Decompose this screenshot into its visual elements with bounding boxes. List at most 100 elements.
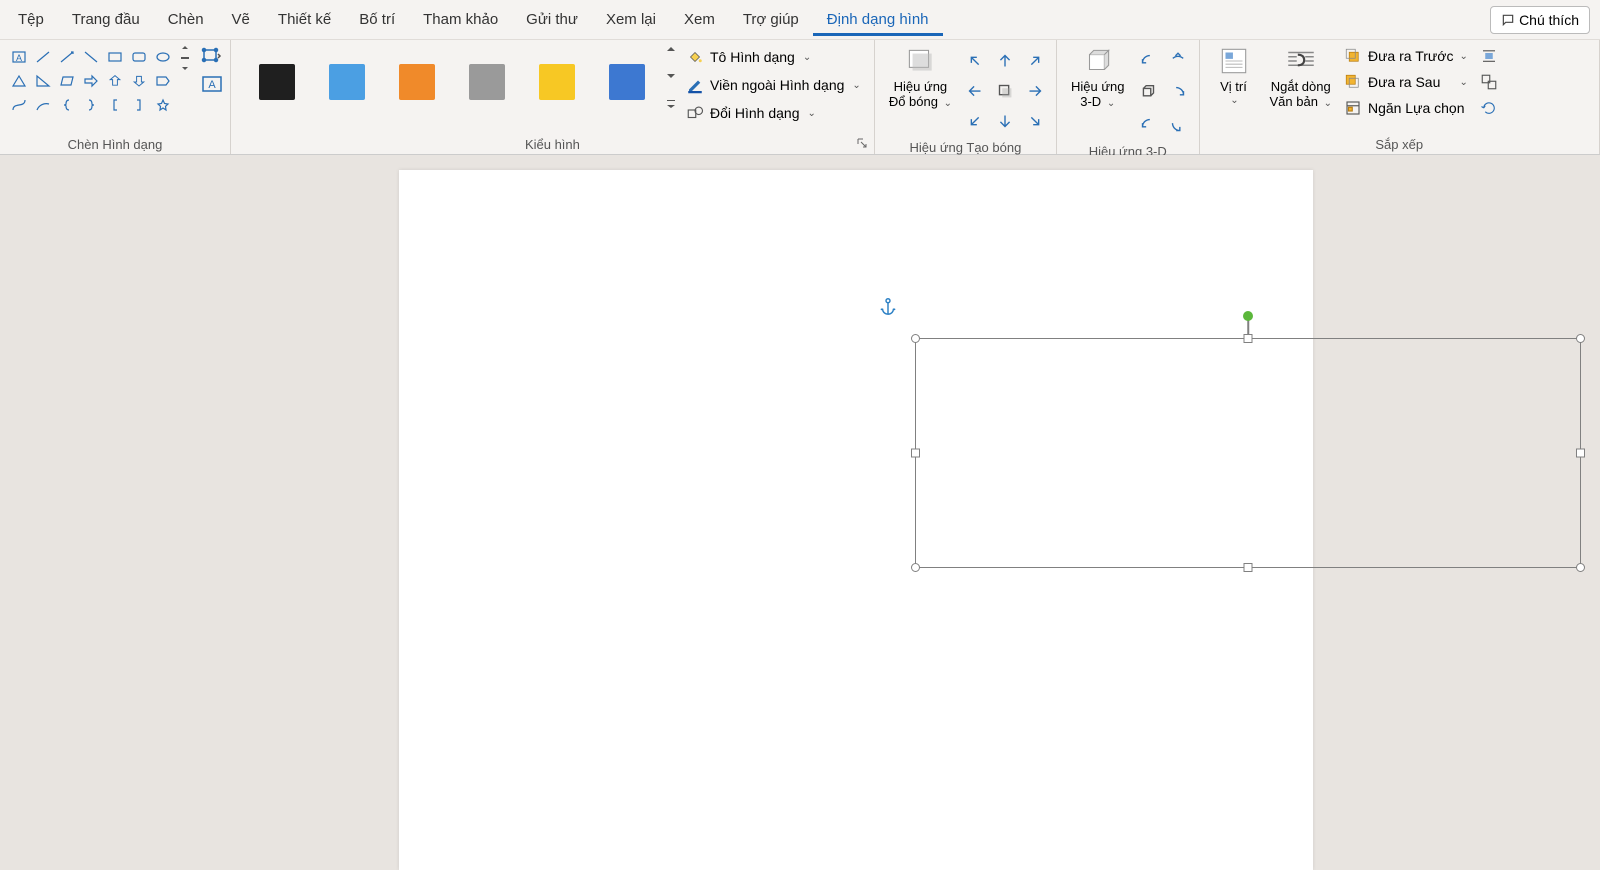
shape-styles-launcher[interactable]: [856, 136, 870, 150]
handle-sw[interactable]: [911, 563, 920, 572]
shadow-effects-button[interactable]: Hiệu ứng Đổ bóng ⌄: [881, 44, 960, 112]
selected-rectangle-shape[interactable]: [915, 338, 1581, 568]
shape-rect[interactable]: [104, 46, 126, 68]
send-backward-button[interactable]: Đưa ra Sau ⌄: [1342, 72, 1470, 92]
position-label: Vị trí: [1220, 80, 1247, 95]
group-3d-effects: Hiệu ứng 3-D ⌄ Hiệu ứng 3-D: [1057, 40, 1200, 154]
tab-review[interactable]: Xem lại: [592, 3, 670, 36]
tab-shape-format[interactable]: Định dạng hình: [813, 3, 943, 36]
document-canvas[interactable]: [0, 155, 1600, 866]
shape-line3[interactable]: [80, 46, 102, 68]
shadow-nudge-down-left[interactable]: [962, 108, 988, 134]
svg-text:A: A: [16, 53, 22, 63]
tilt-down-right[interactable]: [1165, 112, 1191, 138]
textbox-button[interactable]: A: [200, 72, 224, 96]
tab-design[interactable]: Thiết kế: [264, 3, 345, 36]
shape-curve[interactable]: [8, 94, 30, 116]
handle-nw[interactable]: [911, 334, 920, 343]
tab-home[interactable]: Trang đầu: [58, 3, 154, 36]
shape-bracket-r[interactable]: [128, 94, 150, 116]
shapes-more-button[interactable]: [178, 44, 192, 72]
shadow-label-2: Đổ bóng: [889, 94, 938, 109]
position-button[interactable]: Vị trí ⌄: [1206, 44, 1262, 108]
shape-pentagon[interactable]: [152, 70, 174, 92]
style-swatch-5[interactable]: [595, 50, 659, 114]
change-shape-button[interactable]: Đổi Hình dạng⌄: [683, 102, 864, 124]
style-swatch-2[interactable]: [385, 50, 449, 114]
shape-line[interactable]: [32, 46, 54, 68]
shadow-nudge-up-right[interactable]: [1022, 48, 1048, 74]
wrap-label-1: Ngắt dòng: [1271, 80, 1331, 95]
shape-textbox[interactable]: A: [8, 46, 30, 68]
style-gallery-scroll[interactable]: [663, 44, 679, 108]
tilt-up[interactable]: [1165, 48, 1191, 74]
shape-darrow[interactable]: [128, 70, 150, 92]
group-button[interactable]: [1478, 72, 1500, 92]
shadow-nudge-up[interactable]: [992, 48, 1018, 74]
shape-rarrow[interactable]: [80, 70, 102, 92]
tilt-left[interactable]: [1135, 48, 1161, 74]
page[interactable]: [399, 170, 1313, 870]
rotation-handle[interactable]: [1243, 311, 1253, 321]
shape-oval[interactable]: [152, 46, 174, 68]
tab-file[interactable]: Tệp: [4, 3, 58, 36]
handle-se[interactable]: [1576, 563, 1585, 572]
handle-e[interactable]: [1576, 449, 1585, 458]
bring-forward-button[interactable]: Đưa ra Trước ⌄: [1342, 46, 1470, 66]
shape-outline-button[interactable]: Viền ngoài Hình dạng⌄: [683, 74, 864, 96]
effects-3d-button[interactable]: Hiệu ứng 3-D ⌄: [1063, 44, 1133, 112]
bring-forward-icon: [1344, 47, 1362, 65]
shape-line2[interactable]: [56, 46, 78, 68]
shape-star[interactable]: [152, 94, 174, 116]
shape-arc[interactable]: [32, 94, 54, 116]
style-swatch-4[interactable]: [525, 50, 589, 114]
tab-draw[interactable]: Vẽ: [218, 3, 264, 36]
handle-n[interactable]: [1244, 334, 1253, 343]
tilt-right[interactable]: [1165, 80, 1191, 106]
shape-rtriangle[interactable]: [32, 70, 54, 92]
style-gallery[interactable]: [241, 44, 663, 120]
shape-bracket-l[interactable]: [104, 94, 126, 116]
shadow-label-1: Hiệu ứng: [894, 80, 948, 95]
shape-brace-l[interactable]: [56, 94, 78, 116]
selection-pane-button[interactable]: Ngăn Lựa chọn: [1342, 98, 1470, 118]
rotate-button[interactable]: [1478, 98, 1500, 118]
group-icon: [1480, 73, 1498, 91]
shadow-nudge-down[interactable]: [992, 108, 1018, 134]
tab-help[interactable]: Trợ giúp: [729, 3, 813, 36]
tab-view[interactable]: Xem: [670, 3, 729, 36]
shape-brace-r[interactable]: [80, 94, 102, 116]
shape-uarrow[interactable]: [104, 70, 126, 92]
align-button[interactable]: [1478, 46, 1500, 66]
tab-references[interactable]: Tham khảo: [409, 3, 512, 36]
change-shape-icon: [686, 104, 704, 122]
tilt-down[interactable]: [1135, 112, 1161, 138]
shadow-nudge-right[interactable]: [1022, 78, 1048, 104]
tab-insert[interactable]: Chèn: [154, 3, 218, 36]
shadow-nudge-left[interactable]: [962, 78, 988, 104]
shape-roundrect[interactable]: [128, 46, 150, 68]
style-swatch-1[interactable]: [315, 50, 379, 114]
edit-shape-button[interactable]: [200, 44, 224, 68]
group-arrange: Vị trí ⌄ Ngắt dòng Văn bản ⌄ Đưa ra Trướ…: [1200, 40, 1600, 154]
shape-fill-button[interactable]: Tô Hình dạng⌄: [683, 46, 864, 68]
tab-layout[interactable]: Bố trí: [345, 3, 409, 36]
handle-w[interactable]: [911, 449, 920, 458]
shadow-nudge-down-right[interactable]: [1022, 108, 1048, 134]
shapes-gallery[interactable]: A: [6, 44, 176, 118]
style-swatch-3[interactable]: [455, 50, 519, 114]
handle-ne[interactable]: [1576, 334, 1585, 343]
tilt-center[interactable]: [1135, 80, 1161, 106]
comments-button[interactable]: Chú thích: [1490, 6, 1590, 34]
shape-parallelogram[interactable]: [56, 70, 78, 92]
shadow-nudge-up-left[interactable]: [962, 48, 988, 74]
style-swatch-0[interactable]: [245, 50, 309, 114]
handle-s[interactable]: [1244, 563, 1253, 572]
comment-icon: [1501, 13, 1515, 27]
shape-triangle[interactable]: [8, 70, 30, 92]
tab-mailings[interactable]: Gửi thư: [512, 3, 592, 36]
shape-fill-label: Tô Hình dạng: [710, 49, 795, 65]
wrap-text-button[interactable]: Ngắt dòng Văn bản ⌄: [1262, 44, 1340, 112]
shadow-toggle[interactable]: [992, 78, 1018, 104]
group-label-shape-styles: Kiểu hình: [237, 135, 868, 152]
